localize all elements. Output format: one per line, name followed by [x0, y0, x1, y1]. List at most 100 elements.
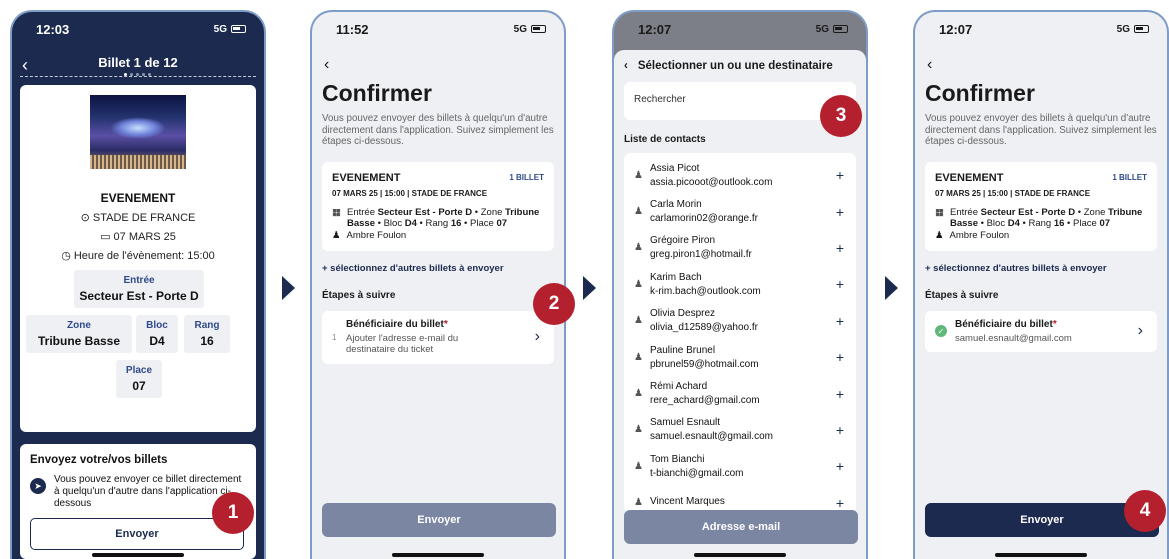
clock: 12:03 — [36, 21, 70, 37]
seat-details: ▦ Entrée Secteur Est - Porte D • Zone Tr… — [935, 206, 1143, 229]
back-icon[interactable]: ‹ — [915, 46, 1167, 78]
place-cell: Place 07 — [116, 360, 162, 398]
chevron-right-icon: › — [534, 328, 540, 345]
event-time: ◷ Heure de l'évènement: 15:00 — [61, 250, 215, 262]
add-icon: + — [835, 167, 844, 184]
intro-text: Vous pouvez envoyer des billets à quelqu… — [925, 113, 1157, 147]
battery-icon — [1134, 25, 1149, 33]
list-item[interactable]: ♟ Karim Bach k-rim.bach@outlook.com + — [624, 266, 856, 302]
next-arrow-icon — [583, 276, 596, 300]
select-more-link[interactable]: + sélectionnez d'autres billets à envoye… — [915, 251, 1167, 274]
home-indicator — [995, 553, 1087, 557]
select-more-link[interactable]: + sélectionnez d'autres billets à envoye… — [312, 251, 564, 274]
add-icon: + — [835, 421, 844, 438]
chevron-right-icon: › — [1137, 322, 1143, 340]
person-icon: ♟ — [935, 229, 944, 241]
home-indicator — [694, 553, 786, 557]
rang-cell: Rang 16 — [184, 315, 230, 353]
phone-confirm-filled: 12:07 5G ‹ Confirmer Vous pouvez envoyer… — [913, 10, 1169, 559]
phone-contacts: 12:07 5G ‹ Sélectionner un ou une destin… — [612, 10, 868, 559]
battery-icon — [833, 25, 848, 33]
list-item[interactable]: ♟ Pauline Brunel pbrunel59@hotmail.com + — [624, 339, 856, 375]
step-beneficiary[interactable]: ✓ Bénéficiaire du billet* samuel.esnault… — [925, 310, 1157, 352]
back-icon[interactable]: ‹ — [22, 55, 28, 76]
signal-icon: 5G — [1117, 24, 1149, 35]
holder: ♟ Ambre Foulon — [935, 229, 1010, 241]
calendar-icon: ▭ — [100, 231, 114, 243]
add-icon: + — [835, 276, 844, 293]
event-date: 07 MARS 25 | 15:00 | STADE DE FRANCE — [332, 188, 488, 198]
list-item[interactable]: ♟ Olivia Desprez olivia_d12589@yahoo.fr + — [624, 303, 856, 339]
event-name: EVENEMENT — [332, 171, 401, 184]
ticket-count: 1 BILLET — [1112, 173, 1147, 182]
intro-text: Vous pouvez envoyer des billets à quelqu… — [322, 113, 554, 147]
page-title: Confirmer — [322, 80, 432, 106]
next-arrow-icon — [885, 276, 898, 300]
clock: 12:07 — [638, 21, 672, 37]
list-item[interactable]: ♟ Vincent Marques + — [624, 485, 856, 513]
signal-icon: 5G — [214, 24, 246, 35]
step-badge-2: 2 — [533, 283, 575, 325]
status-bar: 12:07 5G — [915, 12, 1167, 46]
ticket-card: EVENEMENT ⊙ STADE DE FRANCE ▭ 07 MARS 25… — [20, 85, 256, 432]
person-icon: ♟ — [634, 460, 643, 472]
event-date: ▭ 07 MARS 25 — [100, 231, 176, 243]
home-indicator — [392, 553, 484, 557]
person-icon: ♟ — [634, 242, 643, 254]
person-icon: ♟ — [634, 206, 643, 218]
steps-heading: Étapes à suivre — [925, 289, 999, 301]
add-icon: + — [835, 349, 844, 366]
contact-list: ♟ Assia Picot assia.picooot@outlook.com + ♟… — [624, 153, 856, 513]
home-indicator — [92, 553, 184, 557]
status-bar: 11:52 5G — [312, 12, 564, 46]
step-badge-1: 1 — [212, 492, 254, 534]
ticket-summary-card: EVENEMENT 1 BILLET 07 MARS 25 | 15:00 | … — [322, 161, 554, 251]
clock: 12:07 — [939, 21, 973, 37]
add-icon: + — [835, 239, 844, 256]
email-address-button[interactable]: Adresse e-mail — [624, 510, 858, 544]
step-beneficiary[interactable]: 1 Bénéficiaire du billet* Ajouter l'adre… — [322, 310, 554, 364]
page-title: Billet 1 de 12 — [98, 54, 178, 70]
steps-heading: Étapes à suivre — [322, 289, 396, 301]
list-item[interactable]: ♟ Carla Morin carlamorin02@orange.fr + — [624, 193, 856, 229]
person-icon: ♟ — [634, 497, 643, 509]
send-button[interactable]: Envoyer — [30, 518, 244, 550]
back-icon[interactable]: ‹ — [624, 60, 628, 72]
send-button[interactable]: Envoyer — [322, 503, 556, 537]
phone-confirm: 11:52 5G ‹ Confirmer Vous pouvez envoyer… — [310, 10, 566, 559]
list-item[interactable]: ♟ Tom Bianchi t-bianchi@gmail.com + — [624, 448, 856, 484]
phone-ticket-view: 12:03 5G ‹ Billet 1 de 12 EVENEMENT ⊙ ST… — [10, 10, 266, 559]
location-icon: ⊙ — [80, 212, 93, 224]
person-icon: ♟ — [634, 424, 643, 436]
ticket-count: 1 BILLET — [509, 173, 544, 182]
entree-cell: Entrée Secteur Est - Porte D — [74, 270, 204, 308]
list-item[interactable]: ♟ Rémi Achard rere_achard@gmail.com + — [624, 375, 856, 411]
event-date: 07 MARS 25 | 15:00 | STADE DE FRANCE — [935, 188, 1091, 198]
add-icon: + — [835, 385, 844, 402]
person-icon: ♟ — [634, 351, 643, 363]
ticket-stub — [20, 76, 256, 82]
person-icon: ♟ — [634, 315, 643, 327]
send-arrow-icon: ➤ — [30, 478, 46, 494]
person-icon: ♟ — [332, 229, 341, 241]
back-icon[interactable]: ‹ — [312, 46, 564, 78]
seat-details: ▦ Entrée Secteur Est - Porte D • Zone Tr… — [332, 206, 540, 229]
person-icon: ♟ — [634, 278, 643, 290]
ticket-icon: ▦ — [935, 206, 944, 218]
event-photo — [90, 95, 186, 169]
battery-icon — [531, 25, 546, 33]
clock: 11:52 — [336, 21, 369, 37]
status-bar: 12:03 5G — [12, 12, 264, 46]
step-badge-3: 3 — [820, 95, 862, 137]
zone-cell: Zone Tribune Basse — [26, 315, 132, 353]
clock-icon: ◷ — [61, 250, 74, 262]
sheet-title: Sélectionner un ou une destinataire — [637, 60, 833, 72]
page-title: Confirmer — [925, 80, 1035, 106]
list-item[interactable]: ♟ Grégoire Piron greg.piron1@hotmail.fr + — [624, 230, 856, 266]
list-item[interactable]: ♟ Samuel Esnault samuel.esnault@gmail.com + — [624, 412, 856, 448]
add-icon: + — [835, 203, 844, 220]
bloc-cell: Bloc D4 — [136, 315, 178, 353]
person-icon: ♟ — [634, 388, 643, 400]
list-item[interactable]: ♟ Assia Picot assia.picooot@outlook.com + — [624, 157, 856, 193]
check-icon: ✓ — [935, 325, 947, 338]
